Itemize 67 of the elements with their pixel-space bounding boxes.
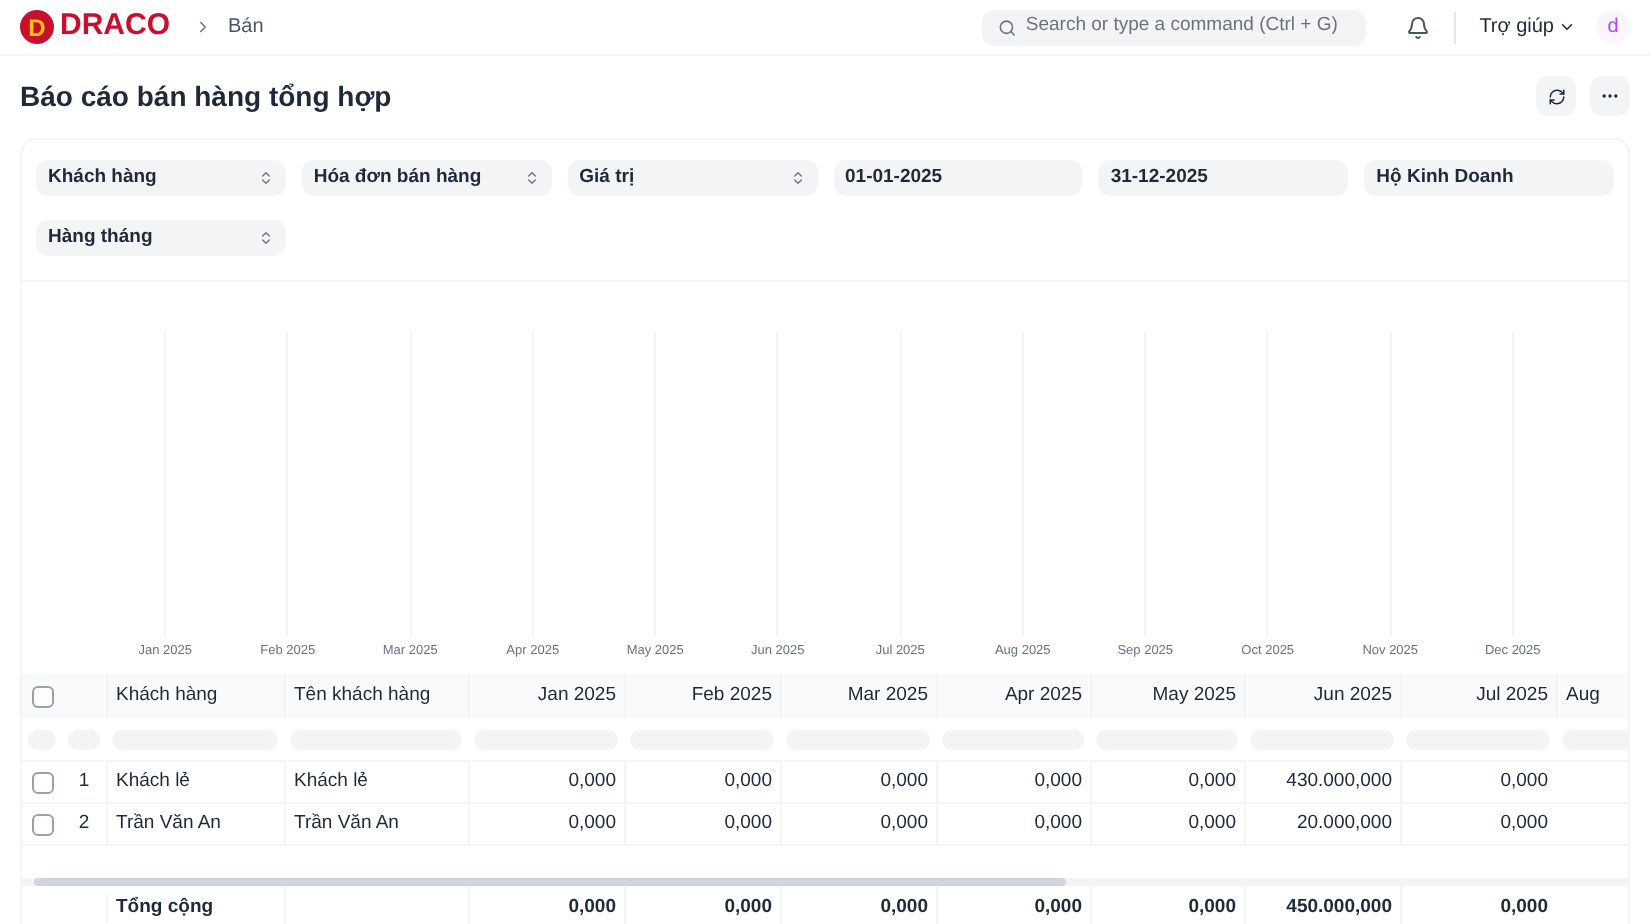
total-label: Tổng cộng [116, 895, 214, 918]
select-field[interactable]: Khách hàng [36, 160, 286, 196]
total-cell-text: 0,000 [1500, 893, 1548, 922]
table-cell-text: 0,000 [724, 809, 772, 838]
table-cell-text: 0,000 [1500, 767, 1548, 796]
table-cell-text: Trần Văn An [116, 809, 221, 838]
bell-icon[interactable] [1405, 15, 1430, 39]
column-header: Aug [1566, 681, 1600, 710]
table-cell-text: 0,000 [1034, 809, 1082, 838]
updown-icon [523, 170, 540, 186]
updown-icon [789, 170, 805, 186]
checkbox[interactable] [31, 771, 53, 793]
chevron-down-icon [1558, 18, 1576, 36]
table-cell-text: Khách lẻ [116, 767, 190, 796]
breadcrumb-link[interactable]: Bán [228, 12, 264, 42]
column-header: May 2025 [1152, 681, 1236, 710]
more-button[interactable] [1590, 76, 1630, 116]
chevron-right-icon [194, 18, 212, 36]
row-number: 2 [78, 811, 90, 834]
help-menu[interactable]: Trợ giúp [1479, 12, 1576, 42]
column-header: Jan 2025 [537, 681, 616, 710]
total-cell-text: 0,000 [1188, 893, 1236, 922]
table-cell-text: 0,000 [880, 809, 928, 838]
select-field[interactable]: Giá trị [567, 160, 817, 196]
column-header: Jul 2025 [1476, 681, 1548, 710]
column-header: Tên khách hàng [294, 681, 431, 710]
table-cell-text: 0,000 [880, 767, 928, 796]
column-header: Khách hàng [116, 681, 218, 710]
table-cell-text: 430.000,000 [1286, 767, 1392, 796]
input-field[interactable]: 01-01-2025 [833, 160, 1083, 196]
table-cell-text: 0,000 [1034, 767, 1082, 796]
table-cell-text: Trần Văn An [294, 809, 399, 838]
search-field[interactable]: Search or type a command (Ctrl + G) [981, 9, 1366, 45]
table-cell-text: 0,000 [568, 767, 616, 796]
updown-icon [257, 170, 274, 186]
logo-text: DRACO [60, 6, 170, 47]
table-cell-text: 0,000 [1188, 809, 1236, 838]
column-header: Apr 2025 [1004, 681, 1082, 710]
table-cell-text: Khách lẻ [294, 767, 368, 796]
select-field[interactable]: Hóa đơn bán hàng [301, 160, 552, 196]
table-cell-text: 0,000 [1188, 767, 1236, 796]
total-cell-text: 0,000 [568, 893, 616, 922]
table-cell-text: 0,000 [1500, 809, 1548, 838]
total-cell-text: 450.000,000 [1286, 893, 1392, 922]
checkbox[interactable] [31, 685, 53, 707]
logo-badge: D [20, 10, 54, 44]
horizontal-scrollbar[interactable] [22, 878, 1628, 886]
refresh-icon [1547, 87, 1565, 105]
search-icon [997, 17, 1016, 37]
input-field[interactable]: 31-12-2025 [1098, 160, 1349, 196]
column-header: Jun 2025 [1313, 681, 1392, 710]
total-cell-text: 0,000 [880, 893, 928, 922]
total-cell-text: 0,000 [1034, 893, 1082, 922]
checkbox[interactable] [31, 813, 53, 835]
avatar[interactable]: d [1596, 10, 1630, 44]
page-title: Báo cáo bán hàng tổng hợp [20, 77, 394, 116]
row-number: 1 [78, 769, 90, 792]
total-cell-text: 0,000 [724, 893, 772, 922]
column-header: Feb 2025 [691, 681, 772, 710]
table-cell-text: 20.000,000 [1296, 809, 1392, 838]
column-header: Mar 2025 [847, 681, 928, 710]
select-field[interactable]: Hàng tháng [36, 220, 286, 256]
table-cell-text: 0,000 [568, 809, 616, 838]
table-cell-text: 0,000 [724, 767, 772, 796]
input-field[interactable]: Hộ Kinh Doanh [1364, 160, 1614, 196]
refresh-button[interactable] [1536, 76, 1576, 116]
updown-icon [257, 230, 274, 246]
